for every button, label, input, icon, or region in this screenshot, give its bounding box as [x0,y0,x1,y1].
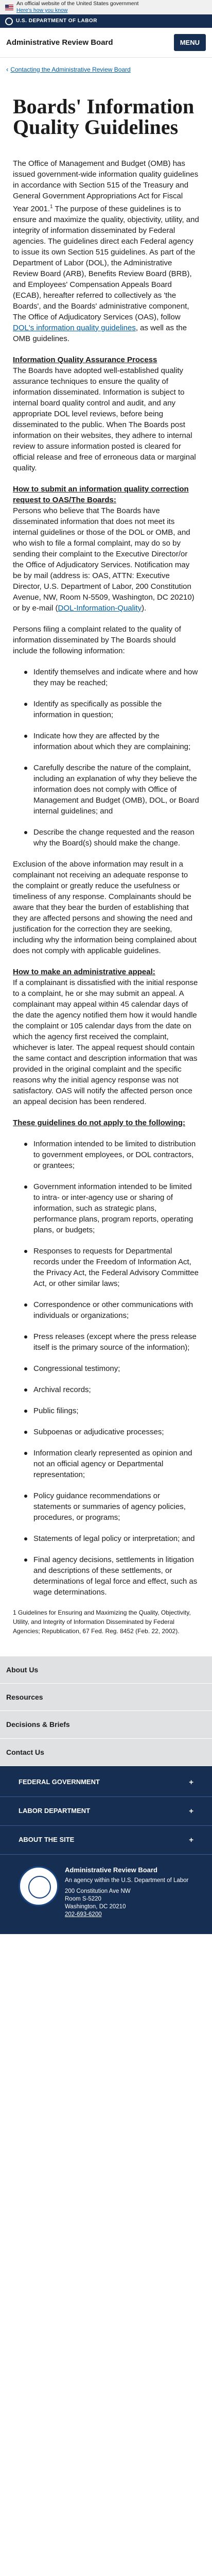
list-item: Policy guidance recommendations or state… [13,1490,199,1523]
plus-icon: + [189,1777,193,1787]
exclusions-heading: These guidelines do not apply to the fol… [13,1118,185,1127]
agency-name: Administrative Review Board [65,1866,157,1874]
list-item: Subpoenas or adjudicative processes; [13,1427,199,1437]
heres-how-you-know-link[interactable]: Here's how you know [16,7,67,13]
assurance-heading: Information Quality Assurance Process [13,355,157,364]
footnote: 1 Guidelines for Ensuring and Maximizing… [13,1608,191,1635]
menu-button[interactable]: MENU [173,34,206,51]
list-item: Identify themselves and indicate where a… [13,667,199,688]
us-flag-icon [5,4,13,10]
list-item: Statements of legal policy or interpreta… [13,1533,199,1544]
site-header: Administrative Review Board MENU [0,28,212,58]
footer-nav-contact[interactable]: Contact Us [0,1739,212,1767]
footer-nav-decisions[interactable]: Decisions & Briefs [0,1711,212,1739]
breadcrumb-link[interactable]: Contacting the Administrative Review Boa… [10,65,130,74]
agency-address: 200 Constitution Ave NW Room S-5220 Wash… [65,1888,131,1910]
dol-seal-icon [5,17,13,25]
filing-requirements-list: Identify themselves and indicate where a… [13,667,199,849]
main-content: Boards' Information Quality Guidelines T… [0,96,212,1636]
footer-accordion-about-the-site[interactable]: ABOUT THE SITE + [0,1826,212,1855]
breadcrumb: ‹ Contacting the Administrative Review B… [0,58,212,75]
dol-info-quality-email-link[interactable]: DOL-Information-Quality [58,604,142,613]
footer-accordion-labor-department[interactable]: LABOR DEPARTMENT + [0,1797,212,1826]
exclusion-paragraph: Exclusion of the above information may r… [13,859,197,955]
list-item: Public filings; [13,1405,199,1416]
appeal-heading: How to make an administrative appeal: [13,967,155,976]
list-item: Information intended to be limited to di… [13,1139,199,1171]
agency-bar: U.S. DEPARTMENT OF LABOR [0,14,212,28]
list-item: Press releases (except where the press r… [13,1331,199,1353]
plus-icon: + [189,1835,193,1844]
list-item: Congressional testimony; [13,1363,199,1374]
submit-heading: How to submit an information quality cor… [13,484,189,504]
footer-nav: About Us Resources Decisions & Briefs Co… [0,1656,212,1767]
list-item: Correspondence or other communications w… [13,1299,199,1321]
exclusions-list: Information intended to be limited to di… [13,1139,199,1598]
footer-agency-info: Administrative Review Board An agency wi… [0,1855,212,1929]
agency-bar-text: U.S. DEPARTMENT OF LABOR [16,18,97,24]
site-title[interactable]: Administrative Review Board [6,37,113,48]
list-item: Indicate how they are affected by the in… [13,731,199,752]
page-title: Boards' Information Quality Guidelines [13,94,195,139]
site-footer: FEDERAL GOVERNMENT + LABOR DEPARTMENT + … [0,1766,212,1935]
appeal-paragraph: If a complainant is dissatisfied with th… [13,978,198,1106]
list-item: Describe the change requested and the re… [13,827,199,849]
submit-paragraph: Persons who believe that The Boards have… [13,506,195,613]
agency-phone-link[interactable]: 202-693-6200 [65,1911,102,1918]
list-item: Carefully describe the nature of the com… [13,762,199,817]
intro-paragraph: The Office of Management and Budget (OMB… [13,159,199,343]
dol-guidelines-link[interactable]: DOL's information quality guidelines [13,324,136,332]
plus-icon: + [189,1806,193,1816]
list-item: Responses to requests for Departmental r… [13,1246,199,1289]
chevron-left-icon: ‹ [6,65,9,73]
list-item: Government information intended to be li… [13,1181,199,1235]
assurance-paragraph: The Boards have adopted well-established… [13,366,196,472]
gov-banner: An official website of the United States… [0,0,212,14]
footer-nav-resources[interactable]: Resources [0,1684,212,1711]
dol-seal-icon [19,1866,59,1907]
footer-accordion-federal-government[interactable]: FEDERAL GOVERNMENT + [0,1768,212,1798]
list-item: Archival records; [13,1384,199,1395]
gov-banner-text: An official website of the United States… [16,0,139,13]
list-item: Final agency decisions, settlements in l… [13,1554,199,1598]
filing-requirements-paragraph: Persons filing a complaint related to th… [13,624,181,655]
footer-nav-about[interactable]: About Us [0,1656,212,1684]
agency-description: An agency within the U.S. Department of … [65,1877,189,1884]
list-item: Identify as specifically as possible the… [13,699,199,720]
list-item: Information clearly represented as opini… [13,1448,199,1480]
